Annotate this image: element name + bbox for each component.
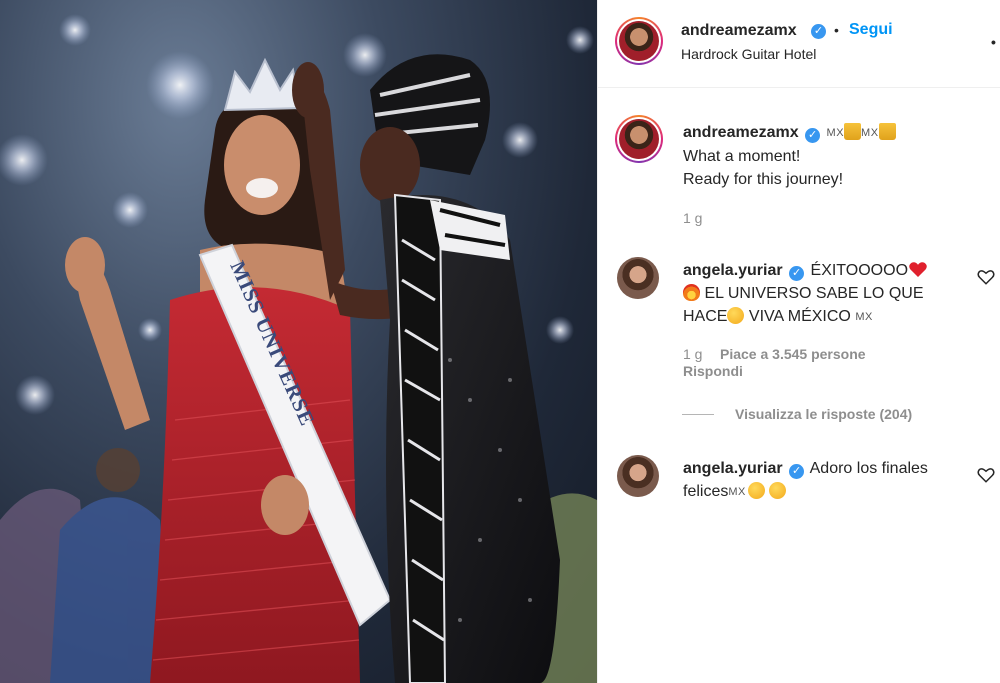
caption: andreamezamx ✓ MX MX What a moment! Ready… xyxy=(683,121,993,191)
comment-text: Adoro los finales xyxy=(809,460,928,477)
red-heart-emoji xyxy=(909,262,927,278)
caption-time[interactable]: 1 g xyxy=(683,210,702,226)
post-side-panel: andreamezamx ✓ • Segui Hardrock Guitar H… xyxy=(597,0,1000,683)
view-replies-button[interactable]: Visualizza le risposte (204) xyxy=(735,406,912,422)
photo-illustration: MISS UNIVERSE xyxy=(0,14,597,683)
mexico-flag-emoji: MX xyxy=(855,311,873,323)
zany-face-emoji xyxy=(769,482,787,499)
comment-2: angela.yuriar ✓ Adoro los finales felice… xyxy=(683,457,973,504)
kissing-face-emoji xyxy=(747,482,765,499)
commenter-avatar[interactable] xyxy=(617,257,659,299)
caption-line-1: What a moment! xyxy=(683,148,801,165)
verified-badge-icon: ✓ xyxy=(789,266,805,281)
like-comment-heart-icon[interactable] xyxy=(977,466,995,484)
comment-1: angela.yuriar ✓ ÉXITOOOOO EL UNIVERSO SA… xyxy=(683,259,973,329)
caption-line-2: Ready for this journey! xyxy=(683,171,844,188)
post-photo[interactable]: MISS UNIVERSE xyxy=(0,0,597,683)
comment-username[interactable]: angela.yuriar xyxy=(683,262,783,279)
post-location[interactable]: Hardrock Guitar Hotel xyxy=(681,46,816,62)
comment-text: VIVA MÉXICO xyxy=(748,308,851,325)
reply-button[interactable]: Rispondi xyxy=(683,363,743,379)
comment-text: felices xyxy=(683,483,729,500)
author-avatar[interactable] xyxy=(615,17,663,65)
verified-badge-icon: ✓ xyxy=(811,24,826,39)
author-username[interactable]: andreamezamx xyxy=(681,22,797,40)
comment-text: ÉXITOOOOO xyxy=(810,262,909,279)
mexico-flag-emoji: MX xyxy=(728,486,746,498)
crown-emoji xyxy=(878,123,896,140)
comment-username[interactable]: angela.yuriar xyxy=(683,460,783,477)
post-header: andreamezamx ✓ • Segui Hardrock Guitar H… xyxy=(598,0,1000,88)
replies-divider-line xyxy=(682,414,714,415)
verified-badge-icon: ✓ xyxy=(805,128,821,143)
commenter-avatar[interactable] xyxy=(617,455,659,497)
comment-text: HACE xyxy=(683,308,728,325)
crown-emoji xyxy=(844,123,862,140)
caption-username[interactable]: andreamezamx xyxy=(683,124,799,141)
mexico-flag-emoji: MX xyxy=(826,127,845,139)
follow-button[interactable]: Segui xyxy=(849,21,893,39)
comment-text: EL UNIVERSO SABE LO QUE xyxy=(704,285,924,302)
comment-likes[interactable]: Piace a 3.545 persone xyxy=(720,346,866,362)
separator-dot: • xyxy=(834,22,839,38)
mexico-flag-emoji: MX xyxy=(861,127,879,139)
like-comment-heart-icon[interactable] xyxy=(977,268,995,286)
heart-eyes-emoji xyxy=(727,307,745,324)
caption-author-avatar[interactable] xyxy=(615,115,663,163)
fire-emoji xyxy=(683,284,700,301)
comment-time[interactable]: 1 g xyxy=(683,346,702,362)
more-options-icon[interactable]: • xyxy=(991,34,996,50)
verified-badge-icon: ✓ xyxy=(789,464,805,479)
